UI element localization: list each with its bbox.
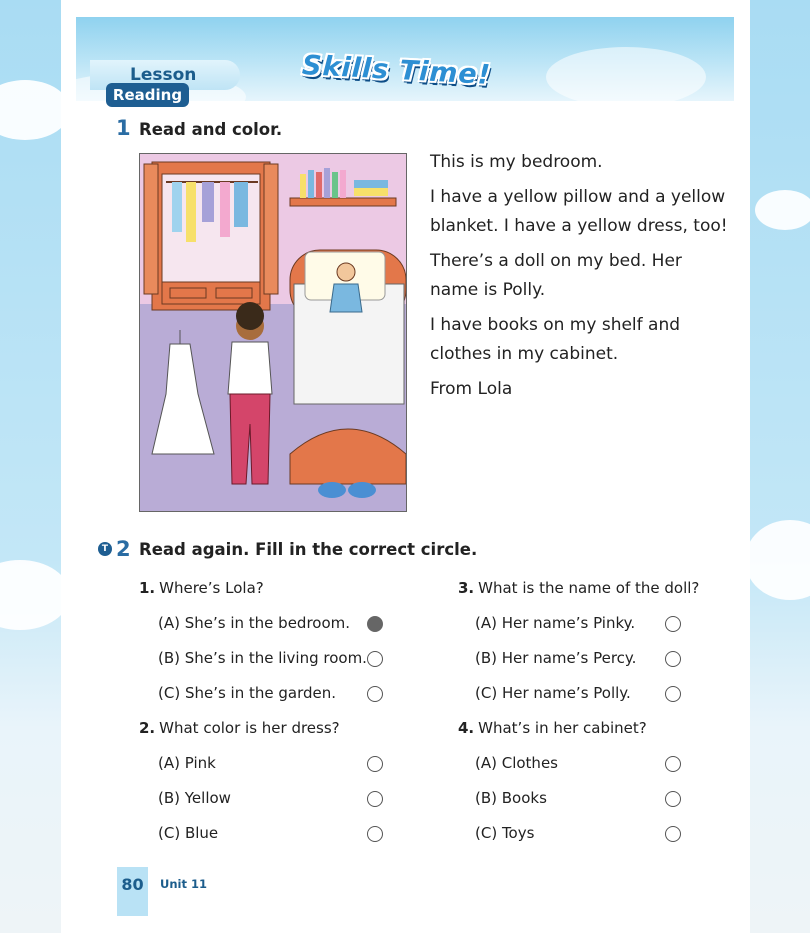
q1-option-b: (B) She’s in the living room. [158, 649, 367, 667]
q3-option-b-circle[interactable] [665, 651, 681, 667]
letter-line-1: This is my bedroom. [430, 152, 603, 172]
cloud-left-top [0, 80, 70, 140]
letter-text: This is my bedroom. I have a yellow pill… [430, 148, 730, 409]
q3-option-c-circle[interactable] [665, 686, 681, 702]
header-cloud [546, 47, 706, 101]
exercise-2-instruction: Read again. Fill in the correct circle. [139, 540, 478, 559]
question-4: 4. What’s in her cabinet? [458, 719, 647, 737]
letter-line-2: I have a yellow pillow and a yellow blan… [430, 186, 728, 237]
question-number: 1. [139, 579, 156, 597]
q4-option-a: (A) Clothes [475, 754, 558, 772]
cloud-right-top [755, 190, 810, 230]
question-number: 2. [139, 719, 156, 737]
exercise-2-number: 2 [116, 537, 131, 561]
letter-line-3: There’s a doll on my bed. Her name is Po… [430, 250, 682, 301]
q1-option-a-circle[interactable] [367, 616, 383, 632]
page-number: 80 [117, 867, 148, 916]
question-number: 4. [458, 719, 475, 737]
q4-option-c: (C) Toys [475, 824, 535, 842]
exercise-1-instruction: Read and color. [139, 120, 283, 139]
cloud-left-mid [0, 560, 70, 630]
q2-option-c-circle[interactable] [367, 826, 383, 842]
q4-option-c-circle[interactable] [665, 826, 681, 842]
bedroom-drawing [140, 154, 406, 511]
page-title: Skills Time! [301, 50, 492, 91]
q4-option-a-circle[interactable] [665, 756, 681, 772]
letter-line-4: I have books on my shelf and clothes in … [430, 314, 681, 365]
q2-option-a-circle[interactable] [367, 756, 383, 772]
bedroom-illustration [139, 153, 407, 512]
q3-option-a: (A) Her name’s Pinky. [475, 614, 636, 632]
q1-option-c-circle[interactable] [367, 686, 383, 702]
q3-option-c: (C) Her name’s Polly. [475, 684, 631, 702]
letter-signature: From Lola [430, 378, 513, 399]
question-1: 1. Where’s Lola? [139, 579, 264, 597]
q1-option-c: (C) She’s in the garden. [158, 684, 337, 702]
q1-option-b-circle[interactable] [367, 651, 383, 667]
question-text: What is the name of the doll? [478, 579, 700, 597]
question-text: What’s in her cabinet? [478, 719, 647, 737]
q2-option-b: (B) Yellow [158, 789, 231, 807]
q4-option-b: (B) Books [475, 789, 547, 807]
question-text: What color is her dress? [159, 719, 340, 737]
question-2: 2. What color is her dress? [139, 719, 340, 737]
q2-option-b-circle[interactable] [367, 791, 383, 807]
q3-option-b: (B) Her name’s Percy. [475, 649, 637, 667]
q4-option-b-circle[interactable] [665, 791, 681, 807]
worksheet-page: Lesson Five Skills Time! Reading 1 Read … [61, 0, 750, 933]
exercise-1-number: 1 [116, 116, 131, 140]
q2-option-c: (C) Blue [158, 824, 219, 842]
track-badge: T [98, 542, 112, 556]
q1-option-a: (A) She’s in the bedroom. [158, 614, 351, 632]
question-number: 3. [458, 579, 475, 597]
question-text: Where’s Lola? [159, 579, 264, 597]
cloud-right-mid [745, 520, 810, 600]
q3-option-a-circle[interactable] [665, 616, 681, 632]
section-tab-reading: Reading [106, 83, 189, 107]
question-3: 3. What is the name of the doll? [458, 579, 699, 597]
q2-option-a: (A) Pink [158, 754, 216, 772]
unit-label: Unit 11 [160, 877, 207, 891]
